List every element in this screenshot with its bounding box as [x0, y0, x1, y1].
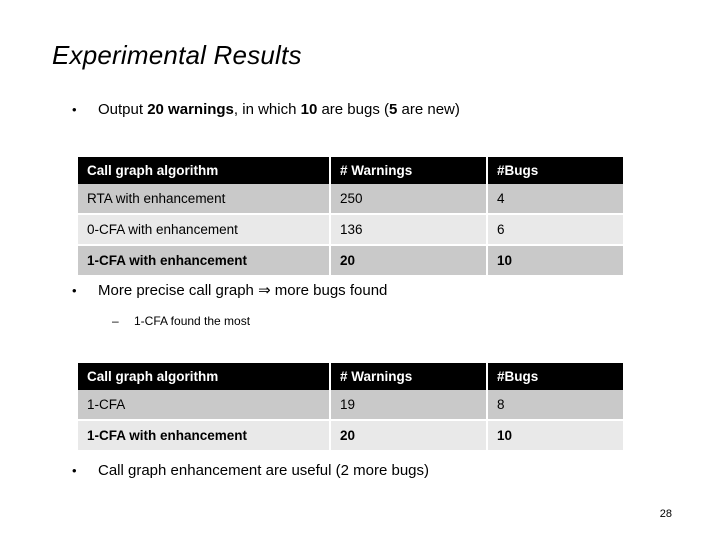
bullet-segment-1: 20 warnings	[147, 101, 234, 118]
bullet-segment-2: , in which	[233, 101, 301, 118]
table-row: RTA with enhancement 250 4	[78, 184, 623, 214]
bullet-output-warnings: • Output 20 warnings, in which 10 are bu…	[72, 101, 460, 118]
bullet-marker-icon: •	[72, 283, 77, 298]
bullet-segment-6: are new)	[397, 101, 460, 118]
cell-bugs: 6	[486, 214, 623, 245]
cell-warnings: 136	[329, 214, 487, 245]
bullet-segment-4: are bugs (	[317, 101, 390, 118]
cell-bugs: 4	[486, 184, 623, 214]
cell-warnings: 20	[329, 245, 487, 276]
table-row: 1-CFA with enhancement 20 10	[78, 420, 623, 451]
cell-bugs: 10	[486, 245, 623, 276]
subbullet-1cfa-found-most-label: 1-CFA found the most	[134, 314, 251, 328]
cell-warnings: 20	[329, 420, 487, 451]
subbullet-1cfa-found-most: – 1-CFA found the most	[112, 314, 250, 328]
column-header-algorithm: Call graph algorithm	[78, 157, 330, 184]
bullet-output-warnings-label: Output 20 warnings, in which 10 are bugs…	[98, 101, 460, 118]
cell-algorithm: 1-CFA with enhancement	[78, 420, 330, 451]
cell-algorithm: 1-CFA	[78, 390, 330, 420]
table-header-row: Call graph algorithm # Warnings #Bugs	[78, 157, 623, 184]
bullet-segment-3: 10	[300, 101, 318, 118]
table-row: 1-CFA 19 8	[78, 390, 623, 420]
bullet-enhancement-useful-label: Call graph enhancement are useful (2 mor…	[98, 462, 430, 479]
dash-marker-icon: –	[112, 314, 119, 328]
cell-bugs: 10	[486, 420, 623, 451]
results-table-enhancements: Call graph algorithm # Warnings #Bugs RT…	[78, 157, 623, 277]
results-table-1cfa-comparison: Call graph algorithm # Warnings #Bugs 1-…	[78, 363, 623, 452]
bullet-marker-icon: •	[72, 463, 77, 478]
table-row: 1-CFA with enhancement 20 10	[78, 245, 623, 276]
page-title: Experimental Results	[52, 40, 302, 70]
column-header-algorithm: Call graph algorithm	[78, 363, 330, 390]
column-header-warnings: # Warnings	[329, 363, 487, 390]
column-header-bugs: #Bugs	[486, 157, 623, 184]
column-header-warnings: # Warnings	[329, 157, 487, 184]
bullet-enhancement-useful: • Call graph enhancement are useful (2 m…	[72, 462, 429, 479]
bullet-more-precise: • More precise call graph ⇒ more bugs fo…	[72, 281, 387, 299]
slide: Experimental Results • Output 20 warning…	[0, 0, 720, 540]
cell-algorithm: 0-CFA with enhancement	[78, 214, 330, 245]
column-header-bugs: #Bugs	[486, 363, 623, 390]
bullet-more-precise-label: More precise call graph ⇒ more bugs foun…	[98, 282, 388, 299]
table-header-row: Call graph algorithm # Warnings #Bugs	[78, 363, 623, 390]
cell-warnings: 250	[329, 184, 487, 214]
page-number: 28	[659, 508, 672, 520]
cell-warnings: 19	[329, 390, 487, 420]
bullet-segment-0: Output	[98, 101, 148, 118]
bullet-marker-icon: •	[72, 102, 77, 117]
cell-bugs: 8	[486, 390, 623, 420]
table-row: 0-CFA with enhancement 136 6	[78, 214, 623, 245]
cell-algorithm: RTA with enhancement	[78, 184, 330, 214]
cell-algorithm: 1-CFA with enhancement	[78, 245, 330, 276]
